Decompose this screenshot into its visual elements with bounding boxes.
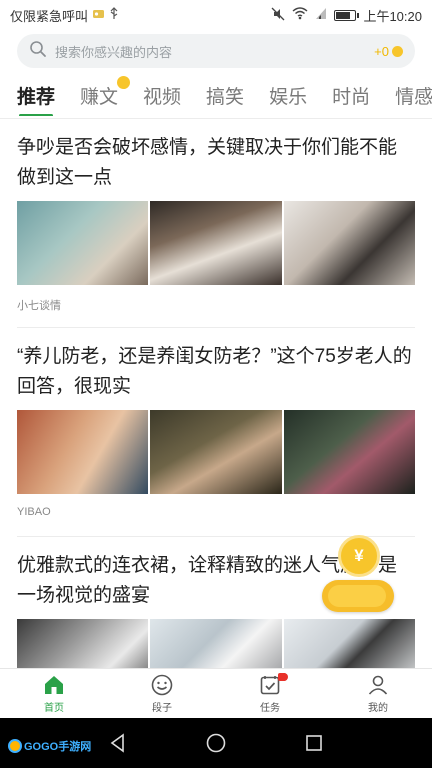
article-source: YIBAO bbox=[17, 506, 51, 518]
coin-icon: ¥ bbox=[338, 535, 380, 577]
article-title[interactable]: 争吵是否会破坏感情，关键取决于你们能不能做到这一点 bbox=[17, 133, 415, 193]
article-image[interactable] bbox=[17, 201, 149, 285]
nav-profile[interactable]: 我的 bbox=[324, 669, 432, 718]
wifi-icon bbox=[292, 7, 308, 23]
search-icon bbox=[29, 40, 47, 63]
tab-emotion[interactable]: 情感 bbox=[395, 82, 432, 109]
category-tabs: 推荐 赚文 视频 搞笑 娱乐 时尚 情感 bbox=[0, 74, 432, 116]
signal-icon bbox=[315, 7, 327, 23]
article-image[interactable] bbox=[150, 410, 282, 494]
nav-tasks[interactable]: 任务 bbox=[216, 669, 324, 718]
status-text: 仅限紧急呼叫 bbox=[10, 8, 89, 24]
article-image[interactable] bbox=[150, 619, 282, 668]
article-image[interactable] bbox=[283, 410, 415, 494]
tab-earn[interactable]: 赚文 bbox=[80, 75, 131, 109]
logo-icon bbox=[8, 739, 22, 753]
article-card[interactable]: 争吵是否会破坏感情，关键取决于你们能不能做到这一点 小七谈情 bbox=[0, 119, 432, 313]
usb-icon bbox=[109, 7, 119, 23]
nav-label: 段子 bbox=[152, 703, 172, 714]
smiley-icon bbox=[151, 674, 173, 696]
watermark-logo: GOGO手游网 bbox=[8, 738, 91, 754]
nav-label: 我的 bbox=[368, 703, 388, 714]
sim-icon bbox=[92, 8, 105, 23]
home-icon bbox=[45, 676, 63, 694]
nav-home[interactable]: 首页 bbox=[0, 669, 108, 718]
back-icon[interactable] bbox=[107, 732, 129, 754]
reward-coin-widget[interactable]: ¥ bbox=[322, 535, 394, 617]
nav-label: 任务 bbox=[260, 703, 280, 714]
battery-icon bbox=[334, 9, 360, 21]
search-input[interactable]: 搜索你感兴趣的内容 bbox=[55, 42, 374, 61]
tab-video[interactable]: 视频 bbox=[143, 82, 181, 109]
tab-earn-label: 赚文 bbox=[80, 86, 119, 108]
watermark-text: GOGO手游网 bbox=[24, 741, 92, 753]
article-image[interactable] bbox=[283, 619, 415, 668]
coin-icon bbox=[117, 75, 131, 89]
coin-counter[interactable]: +0 bbox=[374, 44, 403, 59]
article-card[interactable]: “养儿防老，还是养闺女防老？”这个75岁老人的回答，很现实 YIBAO bbox=[0, 328, 432, 522]
search-bar[interactable]: 搜索你感兴趣的内容 +0 bbox=[17, 34, 415, 68]
recents-icon[interactable] bbox=[303, 732, 325, 754]
article-image[interactable] bbox=[17, 619, 149, 668]
article-images[interactable] bbox=[17, 619, 415, 668]
home-circle-icon[interactable] bbox=[205, 732, 227, 754]
clock: 上午10:20 bbox=[363, 8, 422, 24]
tab-fashion[interactable]: 时尚 bbox=[332, 82, 370, 109]
article-images[interactable] bbox=[17, 201, 415, 285]
article-images[interactable] bbox=[17, 410, 415, 494]
nav-label: 首页 bbox=[44, 703, 64, 714]
coin-icon bbox=[392, 45, 403, 57]
bottom-nav: 首页 段子 任务 我的 bbox=[0, 668, 432, 718]
reward-progress-pill bbox=[322, 580, 394, 612]
article-source: 小七谈情 bbox=[17, 300, 61, 312]
profile-icon bbox=[368, 675, 388, 695]
tab-recommend[interactable]: 推荐 bbox=[17, 82, 55, 116]
tab-entertainment[interactable]: 娱乐 bbox=[269, 82, 307, 109]
tab-funny[interactable]: 搞笑 bbox=[206, 82, 244, 109]
article-image[interactable] bbox=[150, 201, 282, 285]
article-image[interactable] bbox=[17, 410, 149, 494]
coin-count-text: +0 bbox=[374, 43, 389, 59]
article-image[interactable] bbox=[283, 201, 415, 285]
notification-badge bbox=[278, 673, 286, 681]
status-bar: 仅限紧急呼叫 上午10:20 bbox=[0, 0, 432, 30]
mute-icon bbox=[271, 7, 285, 24]
article-title[interactable]: “养儿防老，还是养闺女防老？”这个75岁老人的回答，很现实 bbox=[17, 342, 415, 402]
nav-jokes[interactable]: 段子 bbox=[108, 669, 288, 718]
